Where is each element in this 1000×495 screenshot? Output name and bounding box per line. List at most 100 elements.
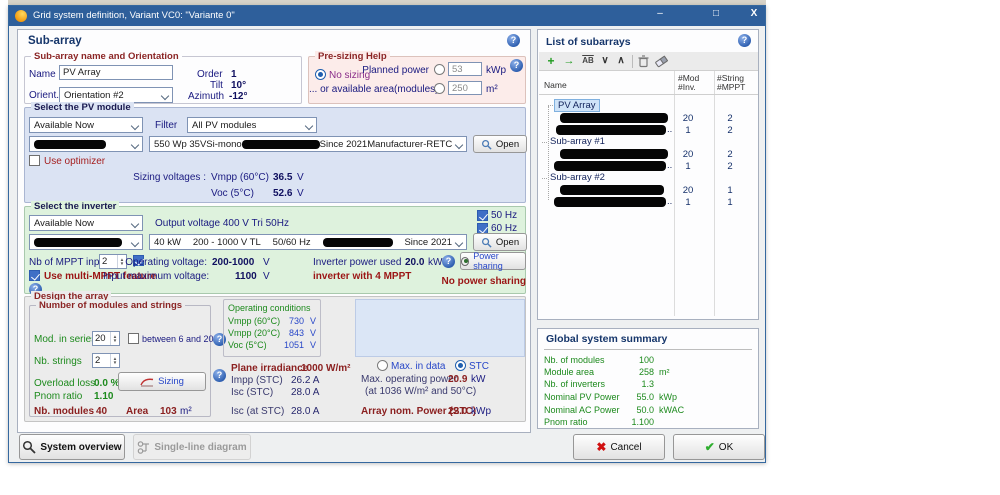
presizing-help-icon[interactable]: ?: [510, 59, 523, 72]
minimize-button[interactable]: –: [647, 8, 673, 24]
inverter-availability-select[interactable]: Available Now: [29, 215, 143, 231]
pv-open-button[interactable]: Open: [473, 135, 527, 153]
tree-row[interactable]: PV Array: [538, 99, 758, 111]
between-6-20-checkbox[interactable]: [128, 333, 139, 344]
tree-row[interactable]: .. 1 1: [538, 196, 758, 208]
tree-cell-mod: 1: [673, 161, 703, 172]
use-optimizer-label: Use optimizer: [44, 156, 105, 167]
max-in-data-radio[interactable]: [377, 360, 388, 371]
system-overview-button[interactable]: System overview: [19, 434, 125, 460]
stepper-arrows-icon[interactable]: ▲▼: [110, 332, 119, 345]
pv-module-tech: Si-mono: [206, 139, 241, 150]
tree-row[interactable]: Sub-array #1: [538, 136, 758, 148]
vmpp60-label: Vmpp (60°C): [228, 316, 280, 326]
modules-strings-group: Number of modules and strings Mod. in se…: [29, 305, 211, 417]
pv-module-select[interactable]: 550 Wp 35V Si-mono Since 2021 Manufactur…: [149, 136, 467, 152]
plane-irradiance-value: 1000 W/m²: [301, 363, 350, 374]
cancel-button[interactable]: ✖ Cancel: [573, 434, 665, 460]
redacted-tree-item: [554, 197, 666, 207]
single-line-diagram-button[interactable]: Single-line diagram: [133, 434, 251, 460]
move-up-icon[interactable]: ∧: [614, 55, 628, 66]
inverter-manufacturer-select[interactable]: [29, 234, 143, 250]
subarrays-list-title: List of subarrays: [546, 36, 631, 48]
single-line-diagram-label: Single-line diagram: [154, 442, 246, 453]
nb-strings-stepper[interactable]: 2▲▼: [92, 353, 120, 368]
add-subarray-icon[interactable]: +: [544, 54, 558, 68]
use-optimizer-checkbox[interactable]: [29, 155, 40, 166]
column-header-name[interactable]: Name: [544, 80, 567, 90]
pv-filter-select[interactable]: All PV modules: [187, 117, 317, 133]
inverter-open-label: Open: [496, 237, 519, 248]
planned-power-radio[interactable]: [434, 64, 445, 75]
pv-manufacturer-select[interactable]: [29, 136, 143, 152]
pv-availability-select[interactable]: Available Now: [29, 117, 143, 133]
summary-unit: kWp: [659, 392, 677, 402]
operating-voltage-value: 200-1000: [212, 257, 254, 268]
operating-conditions-title: Operating conditions: [228, 303, 311, 313]
title-bar[interactable]: Grid system definition, Variant VC0: "Va…: [9, 6, 765, 26]
multi-mppt-checkbox[interactable]: [29, 270, 40, 281]
tree-row[interactable]: 20 2: [538, 112, 758, 124]
subarrays-toolbar: + → AB ∨ ∧: [539, 52, 758, 71]
tree-row[interactable]: 20 1: [538, 184, 758, 196]
tree-row[interactable]: .. 1 2: [538, 124, 758, 136]
subarray-help-icon[interactable]: ?: [507, 34, 520, 47]
summary-value: 100: [604, 355, 654, 365]
inverter-availability-value: Available Now: [34, 218, 94, 229]
sizing-button[interactable]: Sizing: [118, 372, 206, 391]
nb-strings-value: 2: [93, 354, 110, 367]
impp-stc-label: Impp (STC): [231, 375, 283, 386]
subarray-name-input[interactable]: PV Array: [59, 65, 173, 80]
inverter-open-button[interactable]: Open: [473, 233, 527, 251]
tree-node-label[interactable]: PV Array: [554, 99, 600, 112]
power-used-help-icon[interactable]: ?: [442, 255, 455, 268]
toolbar-separator: [632, 55, 633, 68]
input-max-voltage-unit: V: [263, 271, 270, 282]
tree-node-label[interactable]: Sub-array #1: [550, 136, 605, 147]
ok-button[interactable]: ✔ OK: [673, 434, 765, 460]
stepper-arrows-icon[interactable]: ▲▼: [110, 354, 119, 367]
inverter-power-used-label: Inverter power used: [313, 257, 401, 268]
orientation-select[interactable]: Orientation #2: [59, 87, 173, 103]
planned-power-input[interactable]: 53: [448, 62, 482, 76]
inverter-model-select[interactable]: 40 kW 200 - 1000 V TL 50/60 Hz Since 202…: [149, 234, 467, 250]
window-title: Grid system definition, Variant VC0: "Va…: [33, 10, 235, 21]
tree-node-label[interactable]: Sub-array #2: [550, 172, 605, 183]
magnifier-icon: [481, 139, 492, 150]
no-sizing-radio[interactable]: [315, 69, 326, 80]
column-header-inv[interactable]: #Inv.: [678, 82, 696, 92]
summary-label: Module area: [544, 367, 594, 377]
mod-in-series-stepper[interactable]: 20▲▼: [92, 331, 120, 346]
stc-radio[interactable]: [455, 360, 466, 371]
available-area-radio[interactable]: [434, 83, 445, 94]
column-header-mppt[interactable]: #MPPT: [717, 82, 745, 92]
pv-availability-value: Available Now: [34, 120, 94, 131]
redacted-tree-item: [560, 149, 668, 159]
tree-row[interactable]: .. 1 2: [538, 160, 758, 172]
vmpp20-value: 843: [280, 328, 304, 338]
tree-cell-string: 2: [715, 149, 745, 160]
subarrays-list-help-icon[interactable]: ?: [738, 34, 751, 47]
freq-50hz-checkbox[interactable]: [477, 210, 488, 221]
voc5-unit: V: [310, 340, 316, 350]
power-sharing-button[interactable]: Power sharing: [460, 252, 526, 270]
max-operating-power-label: Max. operating power: [361, 374, 457, 385]
tree-row[interactable]: Sub-array #2: [538, 172, 758, 184]
array-preview-placeholder: [355, 299, 525, 357]
sizing-help-icon[interactable]: ?: [213, 369, 226, 382]
name-orientation-group: Sub-array name and Orientation Name PV A…: [24, 56, 302, 104]
inverter-since: Since 2021: [404, 237, 452, 248]
redacted-module-name: [242, 140, 320, 149]
summary-panel: Global system summary Nb. of modules 100…: [537, 328, 759, 429]
move-down-icon[interactable]: ∨: [598, 55, 612, 66]
delete-subarray-icon[interactable]: [638, 55, 649, 71]
tree-row[interactable]: 20 2: [538, 148, 758, 160]
close-button[interactable]: X: [741, 8, 767, 24]
available-area-input[interactable]: 250: [448, 81, 482, 95]
maximize-button[interactable]: □: [703, 8, 729, 24]
move-subarray-icon[interactable]: →: [562, 55, 576, 67]
rename-subarray-icon[interactable]: AB: [580, 56, 596, 65]
sizing-voltages-label: Sizing voltages :: [120, 172, 206, 183]
clear-subarray-icon[interactable]: [655, 55, 668, 71]
summary-label: Nb. of modules: [544, 355, 605, 365]
